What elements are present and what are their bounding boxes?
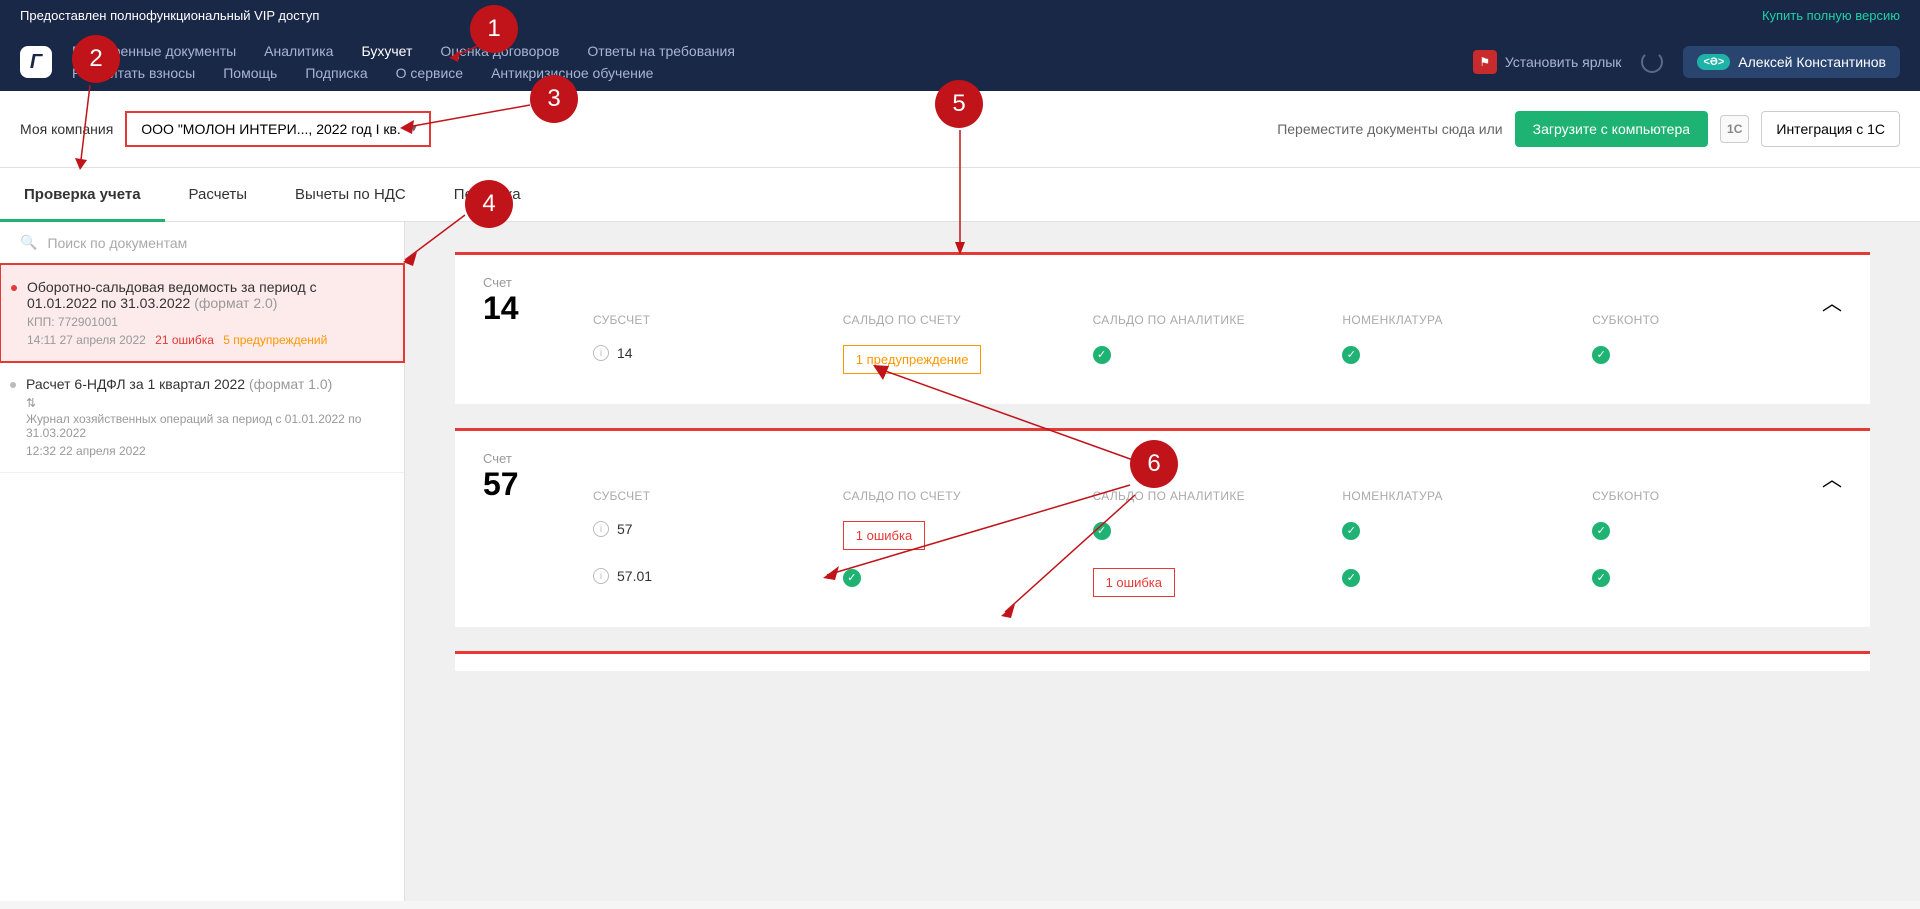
nav-about[interactable]: О сервисе (396, 65, 463, 81)
logo[interactable]: Г (20, 46, 52, 78)
callout-4: 4 (465, 180, 513, 228)
col-subconto: СУБКОНТО (1592, 489, 1842, 503)
col-balance-account: САЛЬДО ПО СЧЕТУ (843, 489, 1093, 503)
nav-subscription[interactable]: Подписка (305, 65, 367, 81)
callout-5: 5 (935, 80, 983, 128)
doc-item-osb[interactable]: Оборотно-сальдовая ведомость за период с… (0, 263, 405, 363)
nav-accounting[interactable]: Бухучет (361, 43, 412, 59)
user-menu[interactable]: <Ә> Алексей Константинов (1683, 46, 1900, 78)
status-dot-icon (10, 382, 16, 388)
callout-6: 6 (1130, 440, 1178, 488)
status-dot-icon (11, 285, 17, 291)
buy-full-link[interactable]: Купить полную версию (1762, 8, 1900, 23)
col-subconto: СУБКОНТО (1592, 313, 1842, 327)
tab-vat[interactable]: Вычеты по НДС (271, 168, 430, 221)
vip-text: Предоставлен полнофункциональный VIP дос… (20, 8, 319, 23)
callout-3: 3 (530, 75, 578, 123)
user-badge-icon: <Ә> (1697, 54, 1730, 70)
swap-icon: ⇅ (20, 396, 384, 410)
callout-1: 1 (470, 5, 518, 53)
vip-bar: Предоставлен полнофункциональный VIP дос… (0, 0, 1920, 31)
tabs: Проверка учета Расчеты Вычеты по НДС Пер… (0, 168, 1920, 222)
nav-answers[interactable]: Ответы на требования (587, 43, 735, 59)
account-row: i 14 1 предупреждение ✓ ✓ ✓ (483, 345, 1842, 374)
nav-primary: Проверенные документы Аналитика Бухучет … (72, 43, 735, 59)
sidebar: 🔍 Поиск по документам Оборотно-сальдовая… (0, 222, 405, 901)
col-balance-analytics: САЛЬДО ПО АНАЛИТИКЕ (1093, 489, 1343, 503)
error-badge[interactable]: 1 ошибка (1093, 568, 1175, 597)
doc-item-6ndfl[interactable]: Расчет 6-НДФЛ за 1 квартал 2022 (формат … (0, 362, 404, 473)
check-ok-icon: ✓ (1342, 569, 1360, 587)
col-balance-account: САЛЬДО ПО СЧЕТУ (843, 313, 1093, 327)
col-subaccount: СУБСЧЕТ (593, 313, 843, 327)
integration-1c-button[interactable]: Интеграция с 1С (1761, 111, 1900, 147)
col-subaccount: СУБСЧЕТ (593, 489, 843, 503)
info-icon[interactable]: i (593, 568, 609, 584)
info-icon[interactable]: i (593, 521, 609, 537)
check-ok-icon: ✓ (1592, 569, 1610, 587)
search-box[interactable]: 🔍 Поиск по документам (0, 222, 404, 264)
error-badge[interactable]: 1 ошибка (843, 521, 925, 550)
account-card-next (455, 651, 1870, 671)
account-number: 14 (483, 290, 593, 327)
nav-secondary: Рассчитать взносы Помощь Подписка О серв… (72, 65, 735, 81)
col-balance-analytics: САЛЬДО ПО АНАЛИТИКЕ (1093, 313, 1343, 327)
account-row: i 57 1 ошибка ✓ ✓ ✓ (483, 521, 1842, 550)
check-ok-icon: ✓ (1342, 522, 1360, 540)
search-icon: 🔍 (20, 234, 37, 251)
company-select[interactable]: ООО "МОЛОН ИНТЕРИ..., 2022 год I кв. (125, 111, 431, 147)
nav-analytics[interactable]: Аналитика (264, 43, 333, 59)
install-shortcut[interactable]: ⚑ Установить ярлык (1473, 50, 1622, 74)
loading-icon (1641, 51, 1663, 73)
account-row: i 57.01 ✓ 1 ошибка ✓ ✓ (483, 568, 1842, 597)
account-label: Счет (483, 451, 593, 466)
account-number: 57 (483, 466, 593, 503)
drop-text: Переместите документы сюда или (1277, 121, 1502, 137)
col-nomenclature: НОМЕНКЛАТУРА (1342, 489, 1592, 503)
info-icon[interactable]: i (593, 345, 609, 361)
company-label: Моя компания (20, 121, 113, 137)
1c-icon[interactable]: 1С (1720, 115, 1749, 143)
tab-calculations[interactable]: Расчеты (165, 168, 272, 221)
upload-button[interactable]: Загрузите с компьютера (1515, 111, 1708, 147)
callout-2: 2 (72, 35, 120, 83)
collapse-icon[interactable]: ︿ (1822, 287, 1842, 316)
check-ok-icon: ✓ (1592, 522, 1610, 540)
check-ok-icon: ✓ (1592, 346, 1610, 364)
account-card-14: ︿ Счет 14 СУБСЧЕТ САЛЬДО ПО СЧЕТУ САЛЬДО… (455, 252, 1870, 404)
shortcut-icon: ⚑ (1473, 50, 1497, 74)
collapse-icon[interactable]: ︿ (1822, 463, 1842, 492)
account-label: Счет (483, 275, 593, 290)
check-ok-icon: ✓ (1093, 522, 1111, 540)
check-ok-icon: ✓ (843, 569, 861, 587)
main-panel: ︿ Счет 14 СУБСЧЕТ САЛЬДО ПО СЧЕТУ САЛЬДО… (405, 222, 1920, 901)
search-placeholder: Поиск по документам (47, 235, 187, 251)
nav-help[interactable]: Помощь (223, 65, 277, 81)
col-nomenclature: НОМЕНКЛАТУРА (1342, 313, 1592, 327)
check-ok-icon: ✓ (1093, 346, 1111, 364)
check-ok-icon: ✓ (1342, 346, 1360, 364)
warning-badge[interactable]: 1 предупреждение (843, 345, 982, 374)
tab-check[interactable]: Проверка учета (0, 168, 165, 221)
